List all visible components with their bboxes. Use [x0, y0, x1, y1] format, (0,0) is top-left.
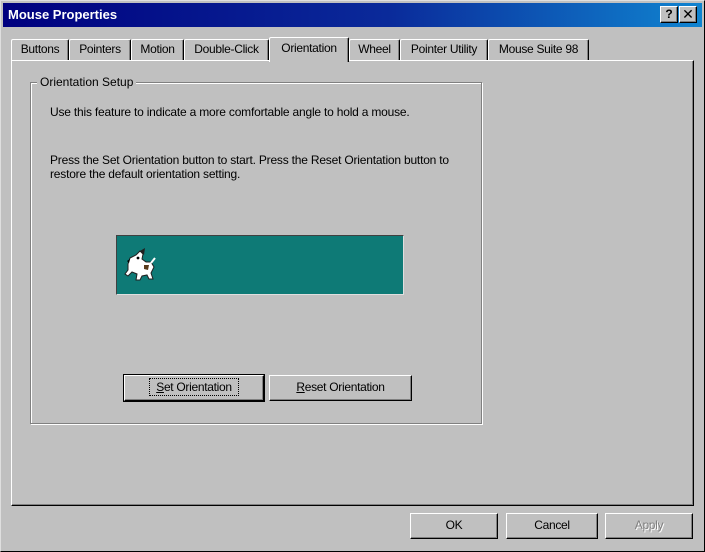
orientation-preview	[116, 235, 404, 295]
set-mnemonic: S	[156, 380, 164, 394]
tab-pointer-utility[interactable]: Pointer Utility	[400, 39, 488, 61]
dog-mascot-icon	[124, 248, 156, 281]
tab-orientation[interactable]: Orientation	[269, 37, 349, 62]
set-label-rest: et Orientation	[163, 380, 232, 394]
tab-wheel[interactable]: Wheel	[349, 39, 400, 61]
apply-button[interactable]: Apply	[605, 513, 693, 539]
focus-rect: Set Orientation	[149, 378, 239, 396]
ok-button[interactable]: OK	[410, 513, 498, 539]
set-orientation-button[interactable]: Set Orientation	[123, 374, 265, 402]
tab-buttons[interactable]: Buttons	[11, 39, 69, 61]
help-button[interactable]: ?	[660, 6, 678, 23]
reset-mnemonic: R	[296, 380, 305, 394]
close-button[interactable]: ✕	[679, 6, 697, 23]
close-icon: ✕	[682, 6, 694, 22]
instructions-text: Press the Set Orientation button to star…	[50, 153, 449, 181]
tab-panel-orientation: Orientation Setup Use this feature to in…	[11, 60, 694, 506]
tab-pointers[interactable]: Pointers	[69, 39, 131, 61]
reset-label-rest: eset Orientation	[304, 380, 385, 394]
reset-orientation-button[interactable]: Reset Orientation	[269, 375, 412, 401]
tab-double-click[interactable]: Double-Click	[184, 39, 269, 61]
cancel-button[interactable]: Cancel	[506, 513, 598, 539]
tab-mouse-suite-98[interactable]: Mouse Suite 98	[488, 39, 589, 61]
feature-description: Use this feature to indicate a more comf…	[50, 105, 410, 119]
orientation-setup-group: Orientation Setup Use this feature to in…	[30, 75, 482, 424]
mouse-properties-window: Mouse Properties ? ✕ Buttons Pointers Mo…	[0, 0, 705, 552]
window-title: Mouse Properties	[8, 7, 118, 22]
tab-motion[interactable]: Motion	[131, 39, 184, 61]
title-bar[interactable]: Mouse Properties ? ✕	[3, 3, 702, 27]
group-label: Orientation Setup	[37, 75, 137, 89]
help-icon: ?	[665, 7, 673, 21]
